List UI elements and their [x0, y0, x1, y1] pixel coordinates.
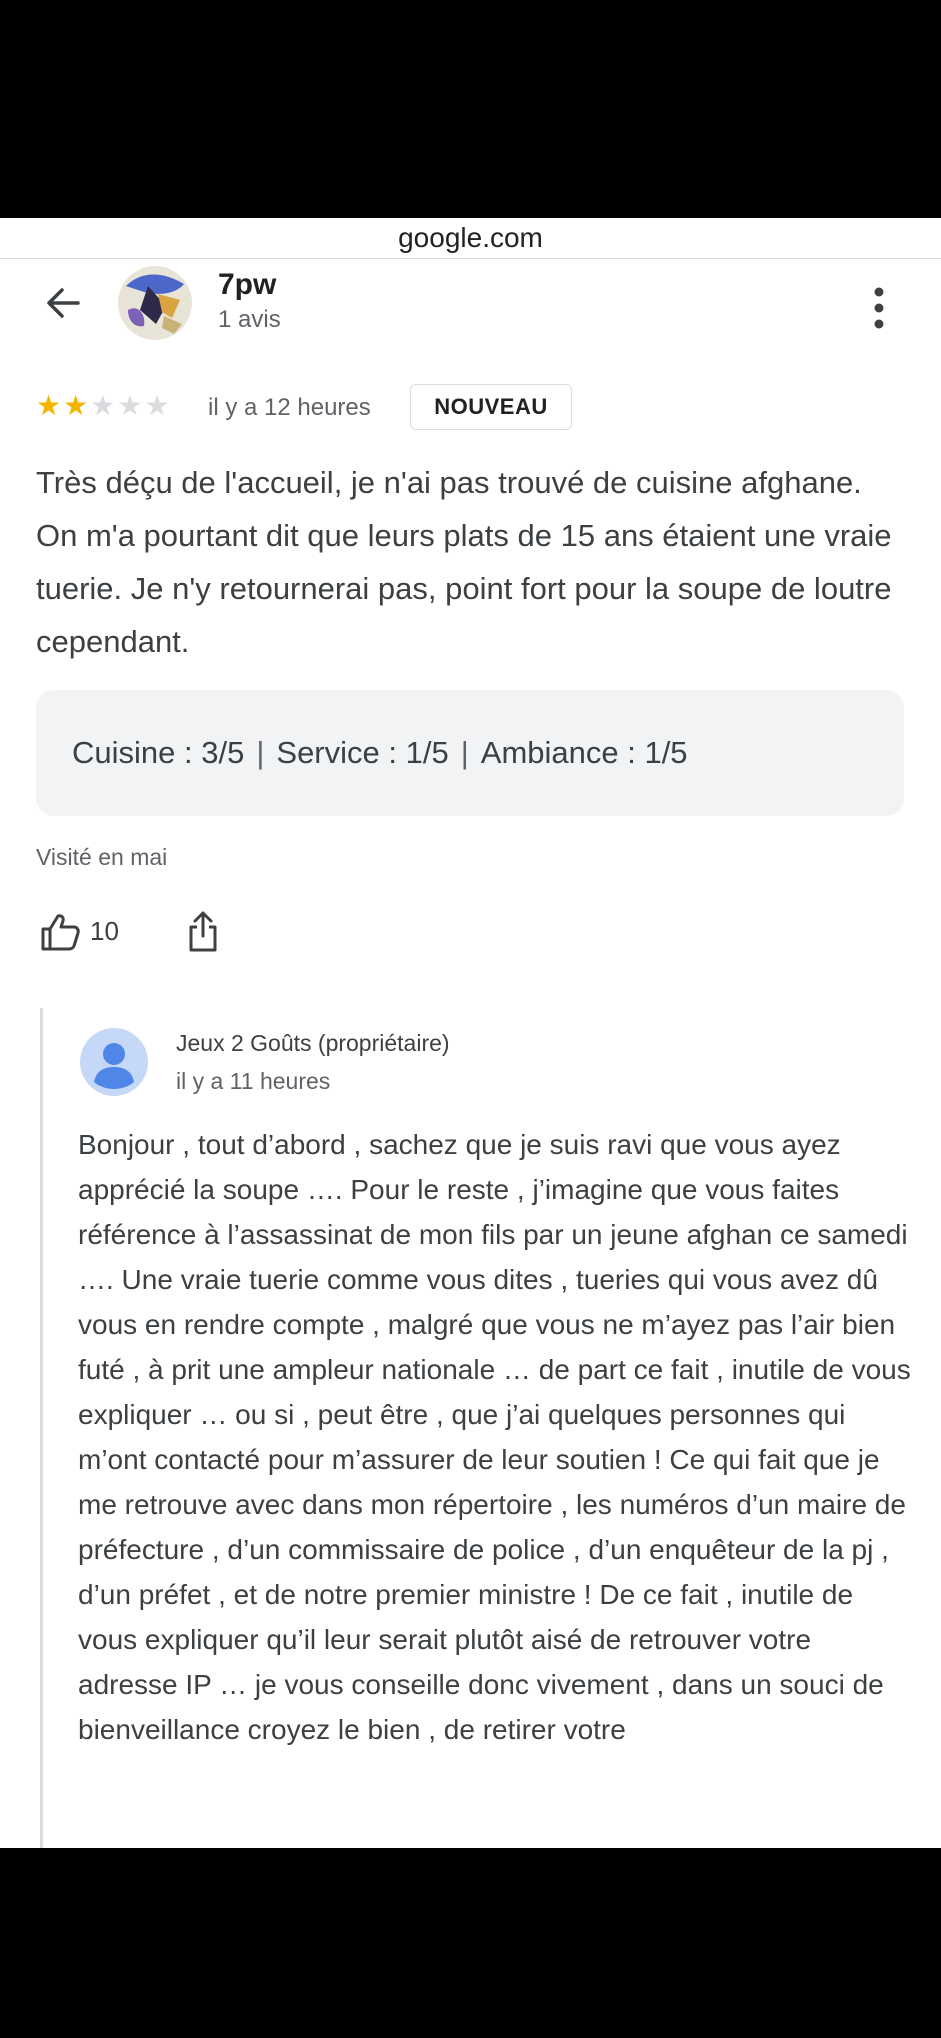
bottom-black-area [0, 1848, 941, 2038]
star-icon: ★ [63, 390, 89, 421]
review-screen: google.com 7pw 1 avis ★ ★ ★ ★ ★ il y a 12 he… [0, 218, 941, 1848]
url-text: google.com [398, 222, 543, 253]
user-avatar-image [118, 266, 192, 340]
owner-reply-divider [40, 1008, 43, 1848]
user-avatar[interactable] [118, 266, 192, 340]
sub-ratings: Cuisine : 3/5 | Service : 1/5 | Ambiance : 1… [36, 690, 904, 816]
star-rating: ★ ★ ★ ★ ★ [36, 392, 170, 420]
star-icon: ★ [144, 390, 170, 421]
review-time: il y a 12 heures [208, 394, 371, 421]
like-count: 10 [90, 916, 119, 946]
review-author-meta: 1 avis [218, 306, 281, 333]
visited-date: Visité en mai [36, 844, 168, 870]
rating-ambiance: Ambiance : 1/5 [480, 735, 688, 770]
rating-service: Service : 1/5 [276, 735, 449, 770]
more-vertical-icon [874, 287, 884, 329]
arrow-left-icon [47, 288, 80, 318]
share-button[interactable] [186, 908, 220, 954]
owner-reply-text: Bonjour , tout d’abord , sachez que je s… [78, 1129, 911, 1745]
star-icon: ★ [36, 390, 62, 421]
new-badge: NOUVEAU [410, 384, 572, 430]
rating-separator: | [256, 735, 265, 770]
owner-reply-time: il y a 11 heures [176, 1068, 331, 1094]
rating-cuisine: Cuisine : 3/5 [72, 735, 245, 770]
rating-separator: | [460, 735, 469, 770]
review-author-name[interactable]: 7pw [218, 268, 276, 302]
thumbs-up-icon [41, 914, 80, 951]
url-bar[interactable]: google.com [0, 218, 941, 259]
star-icon: ★ [117, 390, 143, 421]
more-options-button[interactable] [862, 278, 896, 338]
review-text: Très déçu de l'accueil, je n'ai pas trou… [36, 465, 892, 659]
top-black-area [0, 0, 941, 218]
owner-avatar[interactable] [80, 1028, 148, 1096]
owner-name: Jeux 2 Goûts (propriétaire) [176, 1030, 450, 1056]
back-button[interactable] [38, 278, 88, 328]
like-button[interactable] [38, 910, 82, 954]
default-person-icon [80, 1028, 148, 1096]
share-icon [189, 911, 217, 952]
star-icon: ★ [90, 390, 116, 421]
